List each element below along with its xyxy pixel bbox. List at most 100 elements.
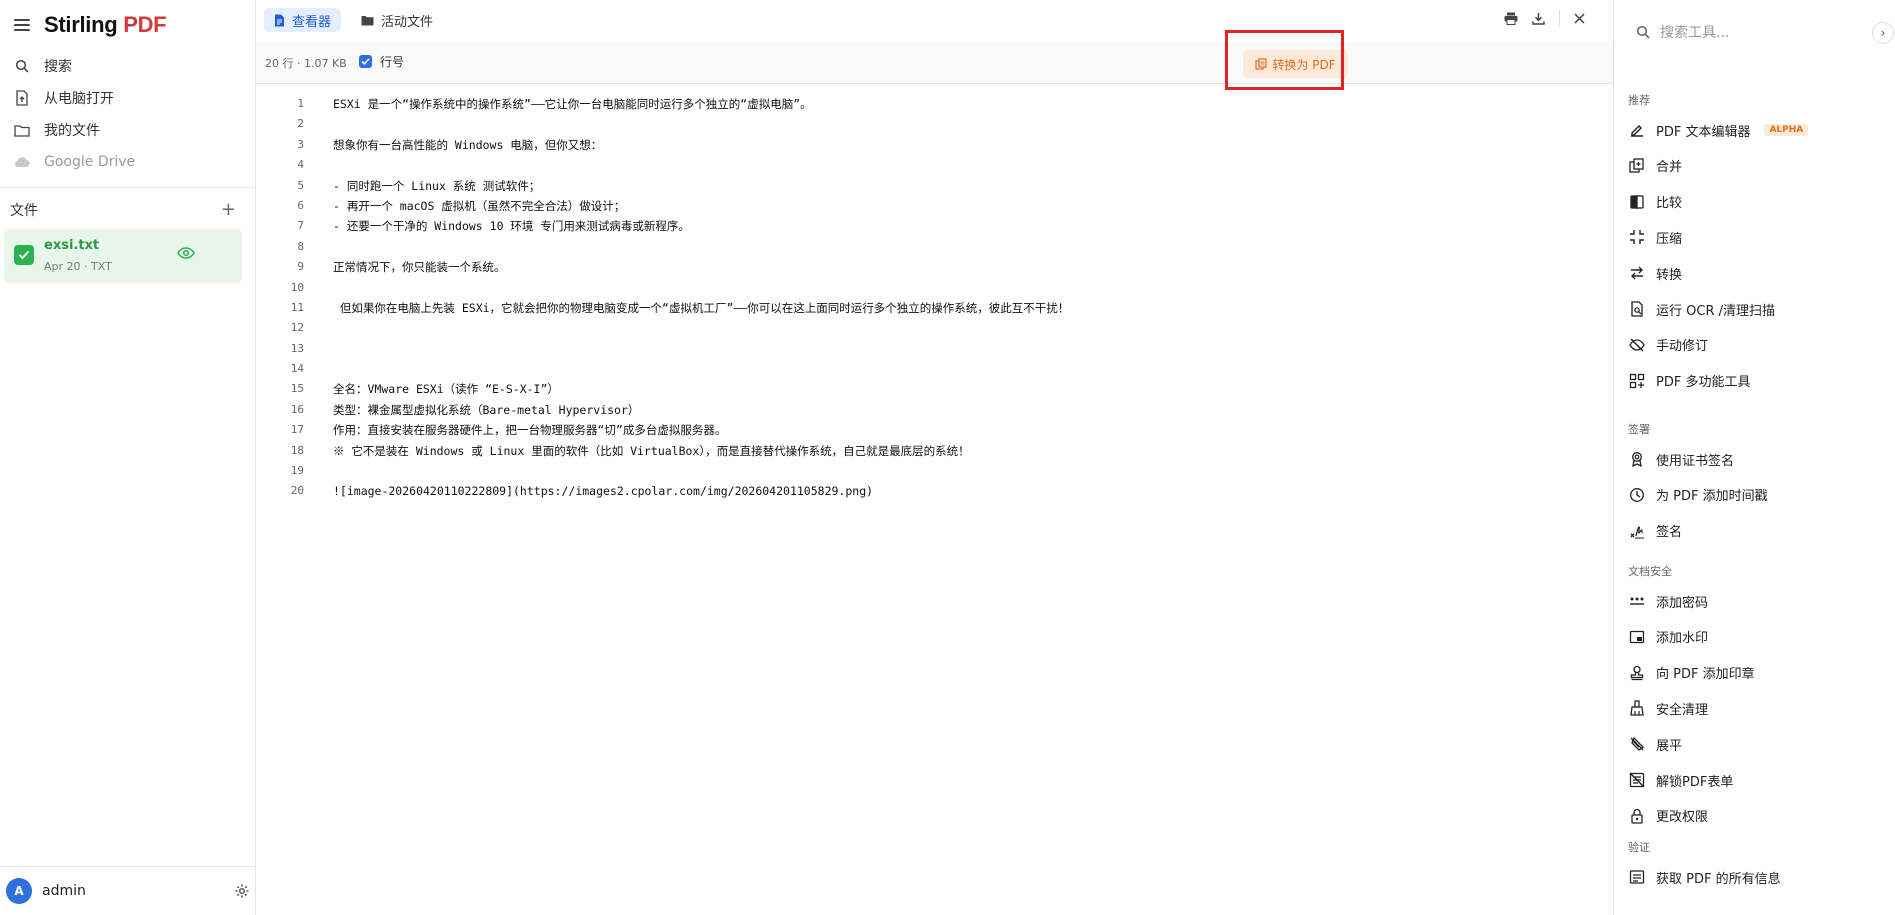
tool-item[interactable]: 签名 [1628,519,1682,543]
tool-label: 合并 [1656,160,1683,176]
unlock-form-icon [1628,771,1646,789]
tool-label: 展平 [1656,738,1683,754]
app-logo: Stirling PDF [44,12,167,37]
text-editor[interactable]: 1 ESXi 是一个“操作系统中的操作系统”——它让你一台电脑能同时运行多个独立的… [256,94,1613,502]
line-number: 4 [297,158,304,172]
file-card[interactable]: exsi.txt Apr 20 · TXT [4,229,242,283]
watermark-icon [1628,628,1646,646]
tool-label: PDF 文本编辑器 [1656,124,1751,140]
compress-icon [1628,228,1646,246]
tool-item[interactable]: 获取 PDF 的所有信息 [1628,865,1781,889]
line-numbers-label: 行号 [380,55,405,69]
tool-item[interactable]: 解锁PDF表单 [1628,768,1733,792]
tool-item[interactable]: 运行 OCR /清理扫描 [1628,297,1775,321]
code-line: 10 [256,278,1613,298]
code-line: 4 [256,155,1613,175]
tool-label: 安全清理 [1656,702,1709,718]
edit-icon [1628,121,1646,139]
tool-item[interactable]: 手动修订 [1628,333,1708,357]
code-line: 11 但如果你在电脑上先装 ESXi，它就会把你的物理电脑变成一个“虚拟机工厂”… [256,298,1613,318]
tool-label: 添加密码 [1656,595,1709,611]
line-numbers-toggle[interactable]: 行号 [359,53,404,70]
files-title: 文件 [10,203,38,219]
signature-icon [1628,522,1646,540]
nav-item-my-files[interactable]: 我的文件 [0,114,256,146]
tool-item[interactable]: 使用证书签名 [1628,447,1734,471]
code-line: 5 - 同时跑一个 Linux 系统 测试软件； [256,176,1613,196]
tool-item[interactable]: 转换 [1628,261,1682,285]
file-stats: 20 行 · 1.07 KB [265,57,347,70]
line-number: 18 [290,443,304,457]
tool-label: 手动修订 [1656,339,1709,355]
tools-panel: 搜索工具... › 推荐 PDF 文本编辑器 ALPHA 合并 比较 压缩 转换 运行 OCR… [1613,0,1895,915]
tab-label: 查看器 [292,14,332,30]
line-text: - 再开一个 macOS 虚拟机（虽然不完全合法）做设计； [333,198,626,213]
file-name: exsi.txt [44,238,100,253]
tab-active-files[interactable]: 活动文件 [351,8,443,32]
divider [1559,10,1560,26]
ocr-icon [1628,300,1646,318]
close-icon[interactable] [1574,12,1585,24]
stamp-icon [1628,664,1646,682]
viewer-toolbar: 20 行 · 1.07 KB 行号 [256,42,1613,84]
compare-icon [1628,193,1646,211]
download-icon[interactable] [1532,12,1545,25]
eye-icon[interactable] [177,247,195,259]
line-text: 正常情况下，你只能装一个系统。 [333,260,506,275]
tool-item[interactable]: 为 PDF 添加时间戳 [1628,483,1768,507]
menu-icon[interactable] [14,19,30,31]
tool-label: 更改权限 [1656,810,1709,826]
nav-item-search[interactable]: 搜索 [0,50,256,82]
tool-label: 向 PDF 添加印章 [1656,667,1755,683]
line-number: 10 [290,280,304,294]
tool-item[interactable]: 更改权限 [1628,804,1708,828]
nav-item-google-drive[interactable]: Google Drive [0,146,256,178]
tool-item[interactable]: 比较 [1628,190,1682,214]
tool-item[interactable]: PDF 文本编辑器 ALPHA [1628,118,1809,142]
avatar[interactable]: A [6,877,32,904]
password-icon [1628,592,1646,610]
folder-icon [361,15,374,26]
line-number: 13 [290,341,304,355]
tool-item[interactable]: 添加密码 [1628,589,1708,613]
tool-label: 添加水印 [1656,631,1709,647]
gear-icon[interactable] [234,883,250,899]
collapse-panel-button[interactable]: › [1872,22,1894,44]
tool-item[interactable]: 向 PDF 添加印章 [1628,661,1755,685]
sanitize-icon [1628,699,1646,717]
line-number: 19 [290,464,304,478]
tool-item[interactable]: 安全清理 [1628,696,1708,720]
code-line: 6 - 再开一个 macOS 虚拟机（虽然不完全合法）做设计； [256,196,1613,216]
tool-item[interactable]: 压缩 [1628,225,1682,249]
line-number: 2 [297,117,304,131]
line-number: 3 [297,137,304,151]
flatten-icon [1628,735,1646,753]
search-icon [14,58,30,74]
left-sidebar: Stirling PDF 搜索 从电脑打开 我的文件 Google Drive … [0,0,256,915]
nav-item-open-from-computer[interactable]: 从电脑打开 [0,82,256,114]
redact-icon [1628,336,1646,354]
tool-item[interactable]: 添加水印 [1628,625,1708,649]
line-number: 15 [290,382,304,396]
print-icon[interactable] [1504,12,1518,25]
nav-label: Google Drive [44,154,136,170]
file-checkbox[interactable] [14,245,34,265]
alpha-badge: ALPHA [1764,124,1809,136]
line-text: 全名：VMware ESXi（读作 “E-S-X-I”） [333,382,559,397]
user-bar: A admin [0,866,256,914]
line-numbers-checkbox[interactable] [359,55,372,68]
add-file-button[interactable]: + [221,201,236,219]
merge-icon [1628,157,1646,175]
tool-item[interactable]: 合并 [1628,154,1682,178]
tool-item[interactable]: PDF 多功能工具 [1628,369,1750,393]
line-number: 8 [297,239,304,253]
tool-item[interactable]: 展平 [1628,732,1682,756]
line-text: 类型：裸金属型虚拟化系统（Bare-metal Hypervisor） [333,402,640,417]
cloud-icon [14,154,30,170]
line-text: ※ 它不是装在 Windows 或 Linux 里面的软件（比如 Virtual… [333,443,970,458]
tool-label: 获取 PDF 的所有信息 [1656,871,1781,887]
tool-search[interactable]: 搜索工具... [1636,22,1729,42]
code-line: 7 - 还要一个干净的 Windows 10 环境 专门用来测试病毒或新程序。 [256,216,1613,236]
tab-viewer[interactable]: 查看器 [264,8,342,32]
line-number: 1 [297,97,304,110]
